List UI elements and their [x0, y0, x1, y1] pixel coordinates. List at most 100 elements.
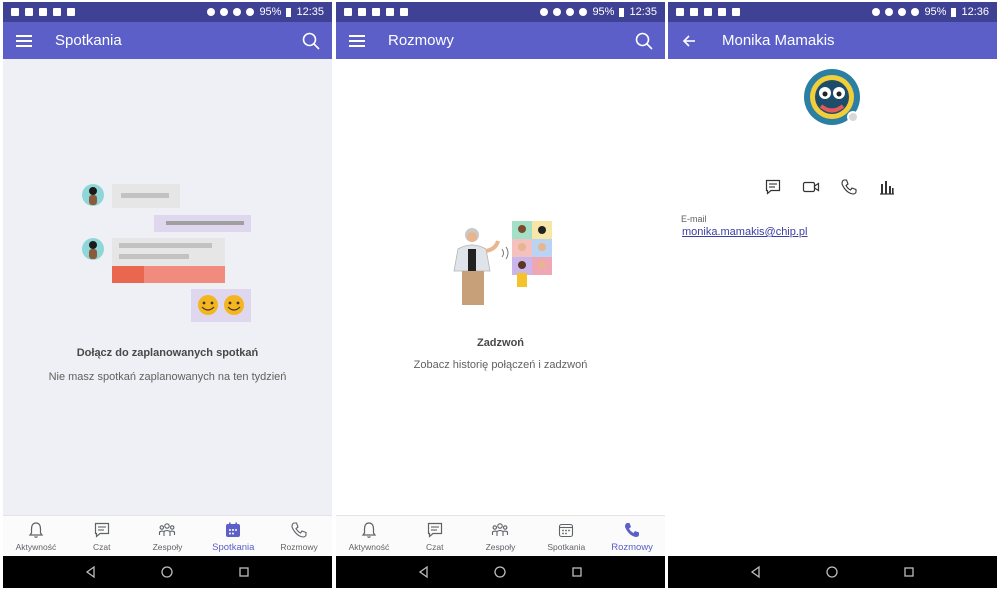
phone-icon[interactable]: [840, 178, 858, 196]
tab-activity[interactable]: Aktywność: [3, 516, 69, 556]
notification-icon: [372, 8, 380, 16]
app-bar: Rozmowy: [336, 22, 665, 59]
tab-chat[interactable]: Czat: [402, 516, 468, 556]
notification-icon: [25, 8, 33, 16]
recents-square-icon[interactable]: [902, 565, 916, 579]
tab-chat[interactable]: Czat: [69, 516, 135, 556]
calendar-icon: [226, 522, 241, 537]
android-nav-bar: [668, 556, 997, 588]
notification-icons: [344, 8, 540, 16]
back-triangle-icon[interactable]: [749, 565, 763, 579]
notification-icon: [11, 8, 19, 16]
tab-calls[interactable]: Rozmowy: [599, 516, 665, 556]
notification-icon: [676, 8, 684, 16]
signal-icon: [579, 8, 588, 16]
bell-icon: [361, 522, 377, 538]
calendar-icon: [559, 523, 574, 538]
status-bar: 95% 12:35: [3, 2, 332, 22]
chat-icon[interactable]: [764, 178, 782, 196]
tab-label: Rozmowy: [611, 542, 653, 553]
tab-label: Zespoły: [152, 542, 183, 552]
home-circle-icon[interactable]: [825, 565, 839, 579]
dnd-icon: [220, 8, 229, 16]
calls-screen: 95% 12:35 Rozmowy Zadzwoń Zobacz histori…: [336, 2, 665, 588]
teams-icon: [492, 523, 509, 536]
notification-icon: [704, 8, 712, 16]
tab-activity[interactable]: Aktywność: [336, 516, 402, 556]
clock: 12:35: [296, 6, 324, 18]
status-bar: 95% 12:35: [336, 2, 665, 22]
meetings-illustration: [82, 184, 251, 322]
tab-label: Czat: [92, 542, 111, 552]
status-bar: 95% 12:36: [668, 2, 997, 22]
notification-icon: [358, 8, 366, 16]
notification-icons: [676, 8, 872, 16]
notification-icons: [11, 8, 207, 16]
back-triangle-icon[interactable]: [84, 565, 98, 579]
teams-icon: [159, 523, 176, 536]
tab-teams[interactable]: Zespoły: [135, 516, 201, 556]
empty-state-title: Zadzwoń: [476, 337, 525, 349]
tab-label: Spotkania: [212, 542, 255, 553]
meetings-content: Dołącz do zaplanowanych spotkań Nie masz…: [3, 59, 332, 515]
wifi-icon: [898, 8, 907, 16]
notification-icon: [718, 8, 726, 16]
menu-icon[interactable]: [346, 30, 368, 52]
home-circle-icon[interactable]: [493, 565, 507, 579]
app-bar: Monika Mamakis: [668, 22, 997, 59]
profile-screen: 95% 12:36 Monika Mamakis E-mail monika.m…: [668, 2, 997, 588]
battery-percent: 95%: [592, 6, 615, 18]
calls-illustration: [453, 221, 552, 305]
wifi-icon: [233, 8, 242, 16]
bluetooth-icon: [540, 8, 549, 16]
notification-icon: [39, 8, 47, 16]
tab-meetings[interactable]: Spotkania: [533, 516, 599, 556]
recents-square-icon[interactable]: [570, 565, 584, 579]
phone-icon: [625, 523, 640, 537]
notification-icon: [386, 8, 394, 16]
recents-square-icon[interactable]: [237, 565, 251, 579]
home-circle-icon[interactable]: [160, 565, 174, 579]
empty-state-title: Dołącz do zaplanowanych spotkań: [76, 347, 259, 359]
tab-teams[interactable]: Zespoły: [468, 516, 534, 556]
signal-icon: [246, 8, 255, 16]
page-title: Spotkania: [55, 32, 122, 49]
tab-label: Zespoły: [485, 542, 516, 552]
empty-state-subtitle: Nie masz spotkań zaplanowanych na ten ty…: [48, 371, 287, 383]
phone-icon: [291, 522, 307, 538]
back-triangle-icon[interactable]: [417, 565, 431, 579]
battery-icon: [286, 7, 292, 17]
search-icon[interactable]: [300, 30, 322, 52]
app-bar: Spotkania: [3, 22, 332, 59]
page-title: Monika Mamakis: [722, 32, 835, 49]
tab-label: Rozmowy: [280, 542, 318, 552]
back-arrow-icon[interactable]: [678, 30, 700, 52]
email-link[interactable]: monika.mamakis@chip.pl: [682, 226, 808, 238]
wifi-icon: [566, 8, 575, 16]
bluetooth-icon: [872, 8, 881, 16]
bluetooth-icon: [207, 8, 216, 16]
profile-actions: [764, 178, 896, 196]
video-icon[interactable]: [802, 178, 820, 196]
menu-icon[interactable]: [13, 30, 35, 52]
android-nav-bar: [336, 556, 665, 588]
battery-percent: 95%: [924, 6, 947, 18]
search-icon[interactable]: [633, 30, 655, 52]
tab-label: Aktywność: [348, 542, 390, 552]
tab-label: Spotkania: [547, 542, 586, 552]
meetings-screen: 95% 12:35 Spotkania Dołącz do zaplanowan…: [3, 2, 332, 588]
notification-icon: [344, 8, 352, 16]
android-nav-bar: [3, 556, 332, 588]
notification-icon: [67, 8, 75, 16]
bottom-tab-bar: Aktywność Czat Zespoły Spotkania Rozmowy: [336, 515, 665, 556]
org-chart-icon[interactable]: [878, 178, 896, 196]
profile-content: E-mail monika.mamakis@chip.pl: [668, 59, 997, 515]
tab-label: Aktywność: [15, 542, 57, 552]
dnd-icon: [553, 8, 562, 16]
notification-icon: [53, 8, 61, 16]
tab-meetings[interactable]: Spotkania: [200, 516, 266, 556]
battery-icon: [951, 7, 957, 17]
notification-icon: [400, 8, 408, 16]
bottom-tab-bar: Aktywność Czat Zespoły Spotkania Rozmowy: [3, 515, 332, 556]
tab-calls[interactable]: Rozmowy: [266, 516, 332, 556]
